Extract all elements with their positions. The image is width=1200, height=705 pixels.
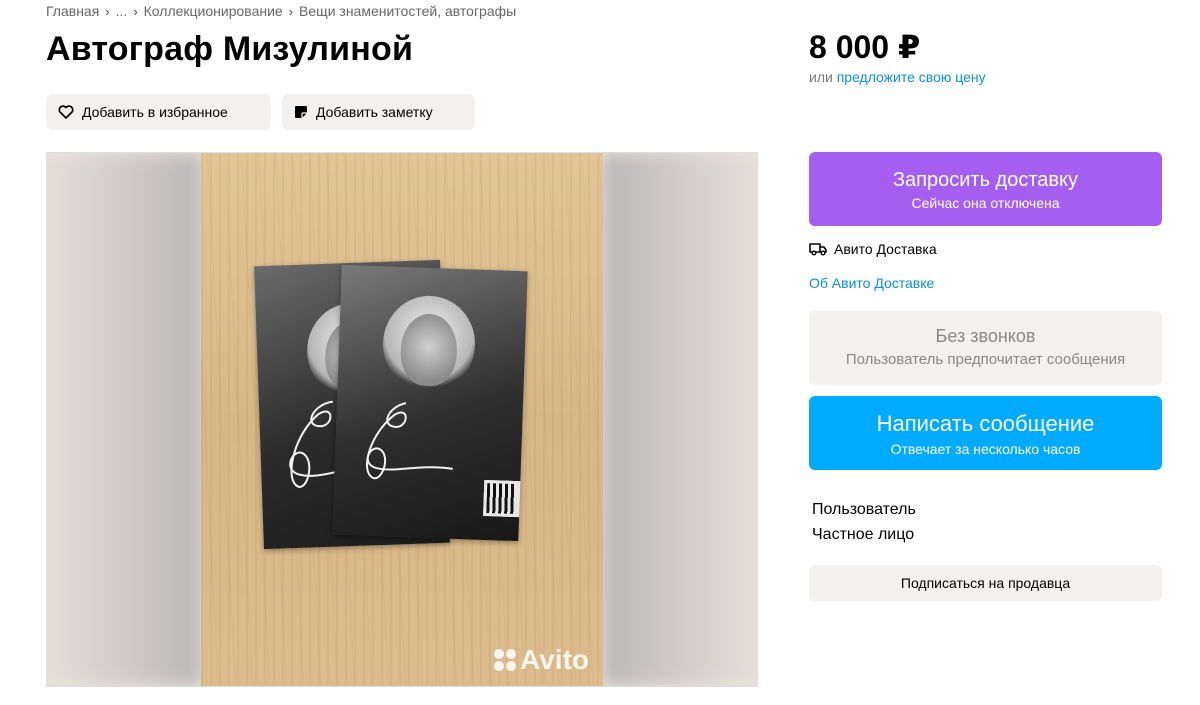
no-calls-subtitle: Пользователь предпочитает сообщения (845, 351, 1126, 368)
avito-logo-icon (494, 649, 517, 671)
price-offer: или предложите свою цену (809, 69, 986, 85)
request-delivery-title: Запросить доставку (892, 169, 1079, 191)
watermark-text: Avito (520, 644, 589, 675)
avito-delivery-label: Авито Доставка (834, 241, 937, 257)
gallery-blur-right (602, 153, 757, 686)
autograph-card-front (332, 264, 528, 542)
seller-type: Частное лицо (812, 526, 915, 543)
listing-photo[interactable]: Avito (201, 153, 603, 686)
note-icon (295, 106, 307, 118)
page-title: Автограф Мизулиной (46, 30, 414, 68)
breadcrumb-separator: › (133, 3, 138, 19)
listing-actions: Добавить в избранное Добавить заметку (46, 94, 475, 130)
add-to-favorites-button[interactable]: Добавить в избранное (46, 94, 271, 130)
breadcrumb-collecting[interactable]: Коллекционирование (144, 3, 283, 19)
qr-code-icon (483, 479, 521, 518)
suggest-price-link[interactable]: предложите свою цену (837, 69, 986, 85)
heart-icon (58, 105, 74, 119)
about-avito-delivery-link[interactable]: Об Авито Доставке (809, 275, 934, 291)
seller-name[interactable]: Пользователь (812, 501, 916, 519)
no-calls-notice: Без звонков Пользователь предпочитает со… (809, 311, 1162, 385)
no-calls-title: Без звонков (935, 326, 1036, 346)
offer-prefix: или (809, 69, 833, 85)
request-delivery-button[interactable]: Запросить доставку Сейчас она отключена (809, 152, 1162, 226)
avito-watermark: Avito (494, 644, 589, 676)
price: 8 000 ₽ (809, 29, 921, 65)
breadcrumb-separator: › (105, 3, 110, 19)
write-message-subtitle: Отвечает за несколько часов (890, 441, 1081, 457)
breadcrumb-separator: › (288, 3, 294, 19)
write-message-button[interactable]: Написать сообщение Отвечает за несколько… (809, 396, 1162, 470)
avito-delivery-info: Авито Доставка (809, 241, 937, 257)
portrait-face (399, 312, 459, 387)
breadcrumb-home[interactable]: Главная (46, 3, 99, 19)
breadcrumb-celebrity-items[interactable]: Вещи знаменитостей, автографы (299, 3, 516, 19)
request-delivery-subtitle: Сейчас она отключена (911, 195, 1060, 211)
add-note-label: Добавить заметку (316, 104, 433, 120)
breadcrumb: Главная › ... › Коллекционирование › Вещ… (46, 3, 516, 19)
add-note-button[interactable]: Добавить заметку (282, 94, 475, 130)
breadcrumb-ellipsis[interactable]: ... (116, 3, 128, 19)
signature-icon (365, 402, 453, 480)
photo-gallery[interactable]: Avito (46, 152, 758, 687)
gallery-blur-left (47, 153, 202, 686)
truck-icon (809, 243, 827, 256)
subscribe-seller-button[interactable]: Подписаться на продавца (809, 565, 1162, 601)
add-to-favorites-label: Добавить в избранное (82, 104, 228, 120)
write-message-title: Написать сообщение (876, 411, 1095, 436)
